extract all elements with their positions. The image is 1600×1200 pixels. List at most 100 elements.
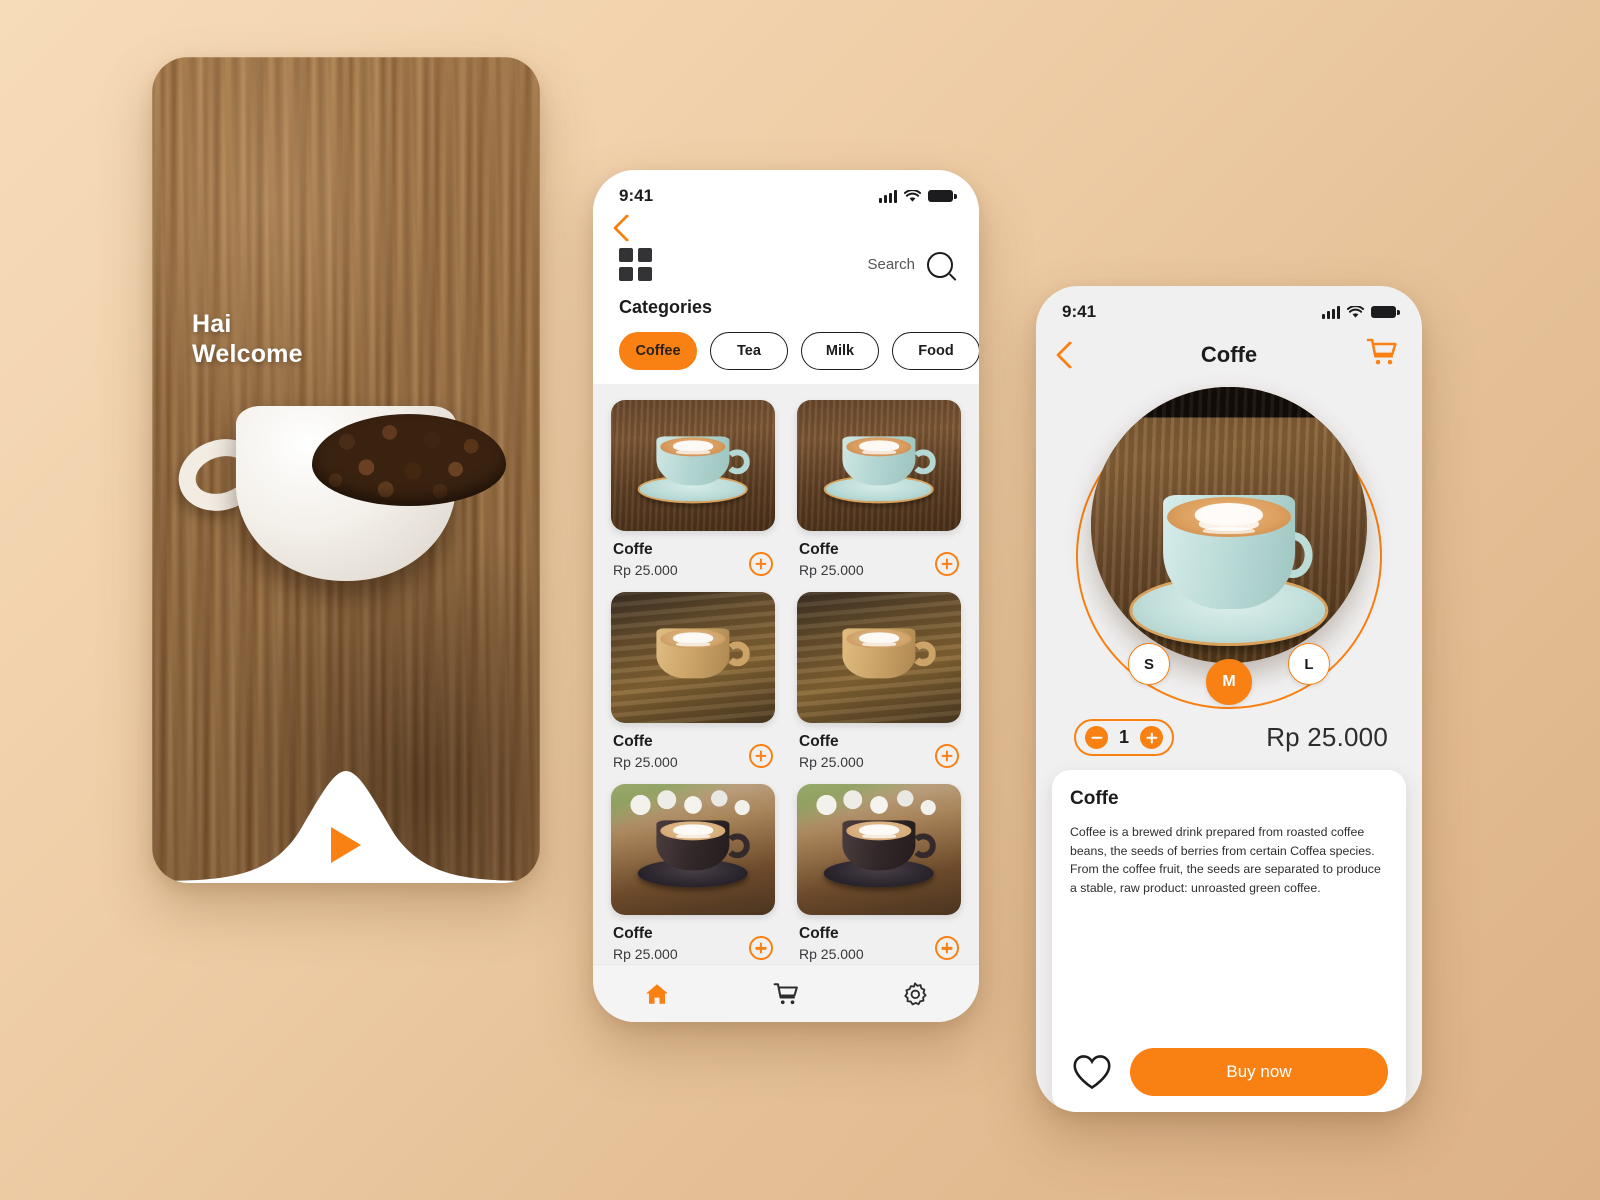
product-image — [797, 400, 961, 531]
status-icon-group — [879, 189, 957, 203]
product-card[interactable]: Coffe Rp 25.000 — [797, 784, 961, 962]
product-price: Rp 25.000 — [613, 946, 678, 963]
status-time: 9:41 — [619, 186, 654, 205]
product-image — [611, 592, 775, 724]
welcome-greeting: Hai Welcome — [192, 310, 303, 369]
status-time: 9:41 — [1062, 302, 1097, 321]
description-card: Coffe Coffee is a brewed drink prepared … — [1052, 770, 1406, 1112]
category-pill-milk[interactable]: Milk — [801, 332, 879, 370]
quantity-stepper: 1 — [1074, 719, 1174, 756]
purchase-row: Buy now — [1070, 1034, 1388, 1096]
cup-illustration — [823, 816, 937, 889]
quantity-value: 1 — [1118, 727, 1129, 747]
product-card[interactable]: Coffe Rp 25.000 — [797, 400, 961, 578]
cart-icon[interactable] — [1366, 336, 1398, 373]
page-title: Coffe — [1200, 341, 1258, 367]
cellular-bars-icon — [1322, 305, 1340, 319]
product-card[interactable]: Coffe Rp 25.000 — [611, 592, 775, 770]
coffee-beans-shape — [312, 414, 506, 506]
product-list-phone-screen: 9:41 Search Categories Coffee Tea Milk F… — [593, 170, 979, 1022]
product-image — [797, 784, 961, 916]
cup-body-shape — [236, 406, 506, 581]
minus-circle-icon[interactable] — [1085, 726, 1108, 749]
cup-illustration — [644, 624, 751, 697]
search-control[interactable]: Search — [867, 251, 953, 278]
product-meta: Coffe Rp 25.000 — [611, 531, 775, 578]
gear-glyph — [903, 981, 927, 1005]
product-price: Rp 25.000 — [613, 754, 678, 771]
product-name: Coffe — [613, 733, 653, 751]
category-pill-row: Coffee Tea Milk Food — [593, 318, 979, 370]
category-pill-coffee[interactable]: Coffee — [619, 332, 697, 370]
battery-icon — [1371, 306, 1400, 318]
product-card[interactable]: Coffe Rp 25.000 — [797, 592, 961, 770]
heart-outline-icon[interactable] — [1070, 1050, 1114, 1094]
search-icon[interactable] — [927, 251, 953, 278]
play-button[interactable] — [331, 827, 361, 863]
product-price: Rp 25.000 — [613, 562, 678, 579]
categories-title: Categories — [619, 297, 713, 317]
back-row — [593, 210, 979, 243]
status-icon-group — [1322, 305, 1400, 319]
product-name: Coffe — [613, 925, 653, 943]
product-card[interactable]: Coffe Rp 25.000 — [611, 784, 775, 962]
product-card[interactable]: Coffe Rp 25.000 — [611, 400, 775, 578]
plus-circle-icon[interactable] — [749, 744, 773, 769]
product-hero: S M L — [1036, 381, 1422, 711]
cup-illustration — [637, 431, 751, 504]
status-bar: 9:41 — [1036, 286, 1422, 326]
plus-circle-icon[interactable] — [749, 552, 773, 577]
product-name: Coffe — [799, 925, 839, 943]
toolbar-row: Search — [593, 238, 979, 281]
cart-icon[interactable] — [773, 981, 799, 1007]
product-price: Rp 25.000 — [799, 946, 864, 963]
product-image — [611, 400, 775, 531]
battery-icon — [928, 190, 957, 202]
product-name: Coffe — [799, 733, 839, 751]
plus-circle-icon[interactable] — [935, 552, 959, 577]
cellular-bars-icon — [879, 189, 897, 203]
size-option-s[interactable]: S — [1128, 643, 1170, 685]
welcome-phone-screen: Hai Welcome — [152, 57, 540, 883]
cart-glyph — [1366, 338, 1397, 365]
product-price: Rp 25.000 — [799, 754, 864, 771]
product-name: Coffe — [613, 541, 653, 558]
size-option-m[interactable]: M — [1206, 659, 1252, 705]
product-grid: Coffe Rp 25.000 Coffe Rp 25.000 Coffe Rp… — [593, 384, 979, 964]
cup-illustration — [823, 431, 937, 504]
wifi-icon — [1347, 305, 1364, 318]
product-meta: Coffe Rp 25.000 — [797, 915, 961, 962]
product-meta: Coffe Rp 25.000 — [611, 723, 775, 770]
bottom-bell-shape — [152, 753, 540, 883]
plus-circle-icon[interactable] — [935, 936, 959, 961]
product-name: Coffe — [799, 541, 839, 558]
category-pill-tea[interactable]: Tea — [710, 332, 788, 370]
home-glyph — [646, 983, 669, 1004]
coffee-beans-cup-image — [169, 396, 506, 611]
detail-header: Coffe — [1036, 326, 1422, 373]
plus-circle-icon[interactable] — [1140, 726, 1163, 749]
settings-gear-icon[interactable] — [902, 981, 928, 1007]
product-meta: Coffe Rp 25.000 — [611, 915, 775, 962]
buy-now-button[interactable]: Buy now — [1130, 1048, 1388, 1096]
description-text: Coffee is a brewed drink prepared from r… — [1070, 825, 1381, 896]
heart-glyph — [1073, 1055, 1111, 1090]
size-selector: S M L — [1036, 637, 1422, 707]
bell-curve-svg — [152, 771, 540, 883]
status-bar: 9:41 — [593, 170, 979, 210]
plus-circle-icon[interactable] — [749, 936, 773, 961]
category-pill-food[interactable]: Food — [892, 332, 979, 370]
back-button[interactable] — [1055, 340, 1085, 369]
product-detail-phone-screen: 9:41 Coffe S M L 1 Rp 25.000 Coffe Coffe… — [1036, 286, 1422, 1112]
grid-menu-icon[interactable] — [619, 248, 652, 281]
product-image — [611, 784, 775, 916]
home-icon[interactable] — [644, 981, 670, 1007]
cup-illustration — [637, 816, 751, 889]
hero-cup-illustration — [1129, 492, 1329, 647]
greeting-line-1: Hai — [192, 310, 232, 338]
plus-circle-icon[interactable] — [935, 744, 959, 769]
search-label: Search — [867, 256, 915, 273]
product-hero-image — [1091, 387, 1367, 663]
size-option-l[interactable]: L — [1288, 643, 1330, 685]
cup-illustration — [830, 624, 937, 697]
